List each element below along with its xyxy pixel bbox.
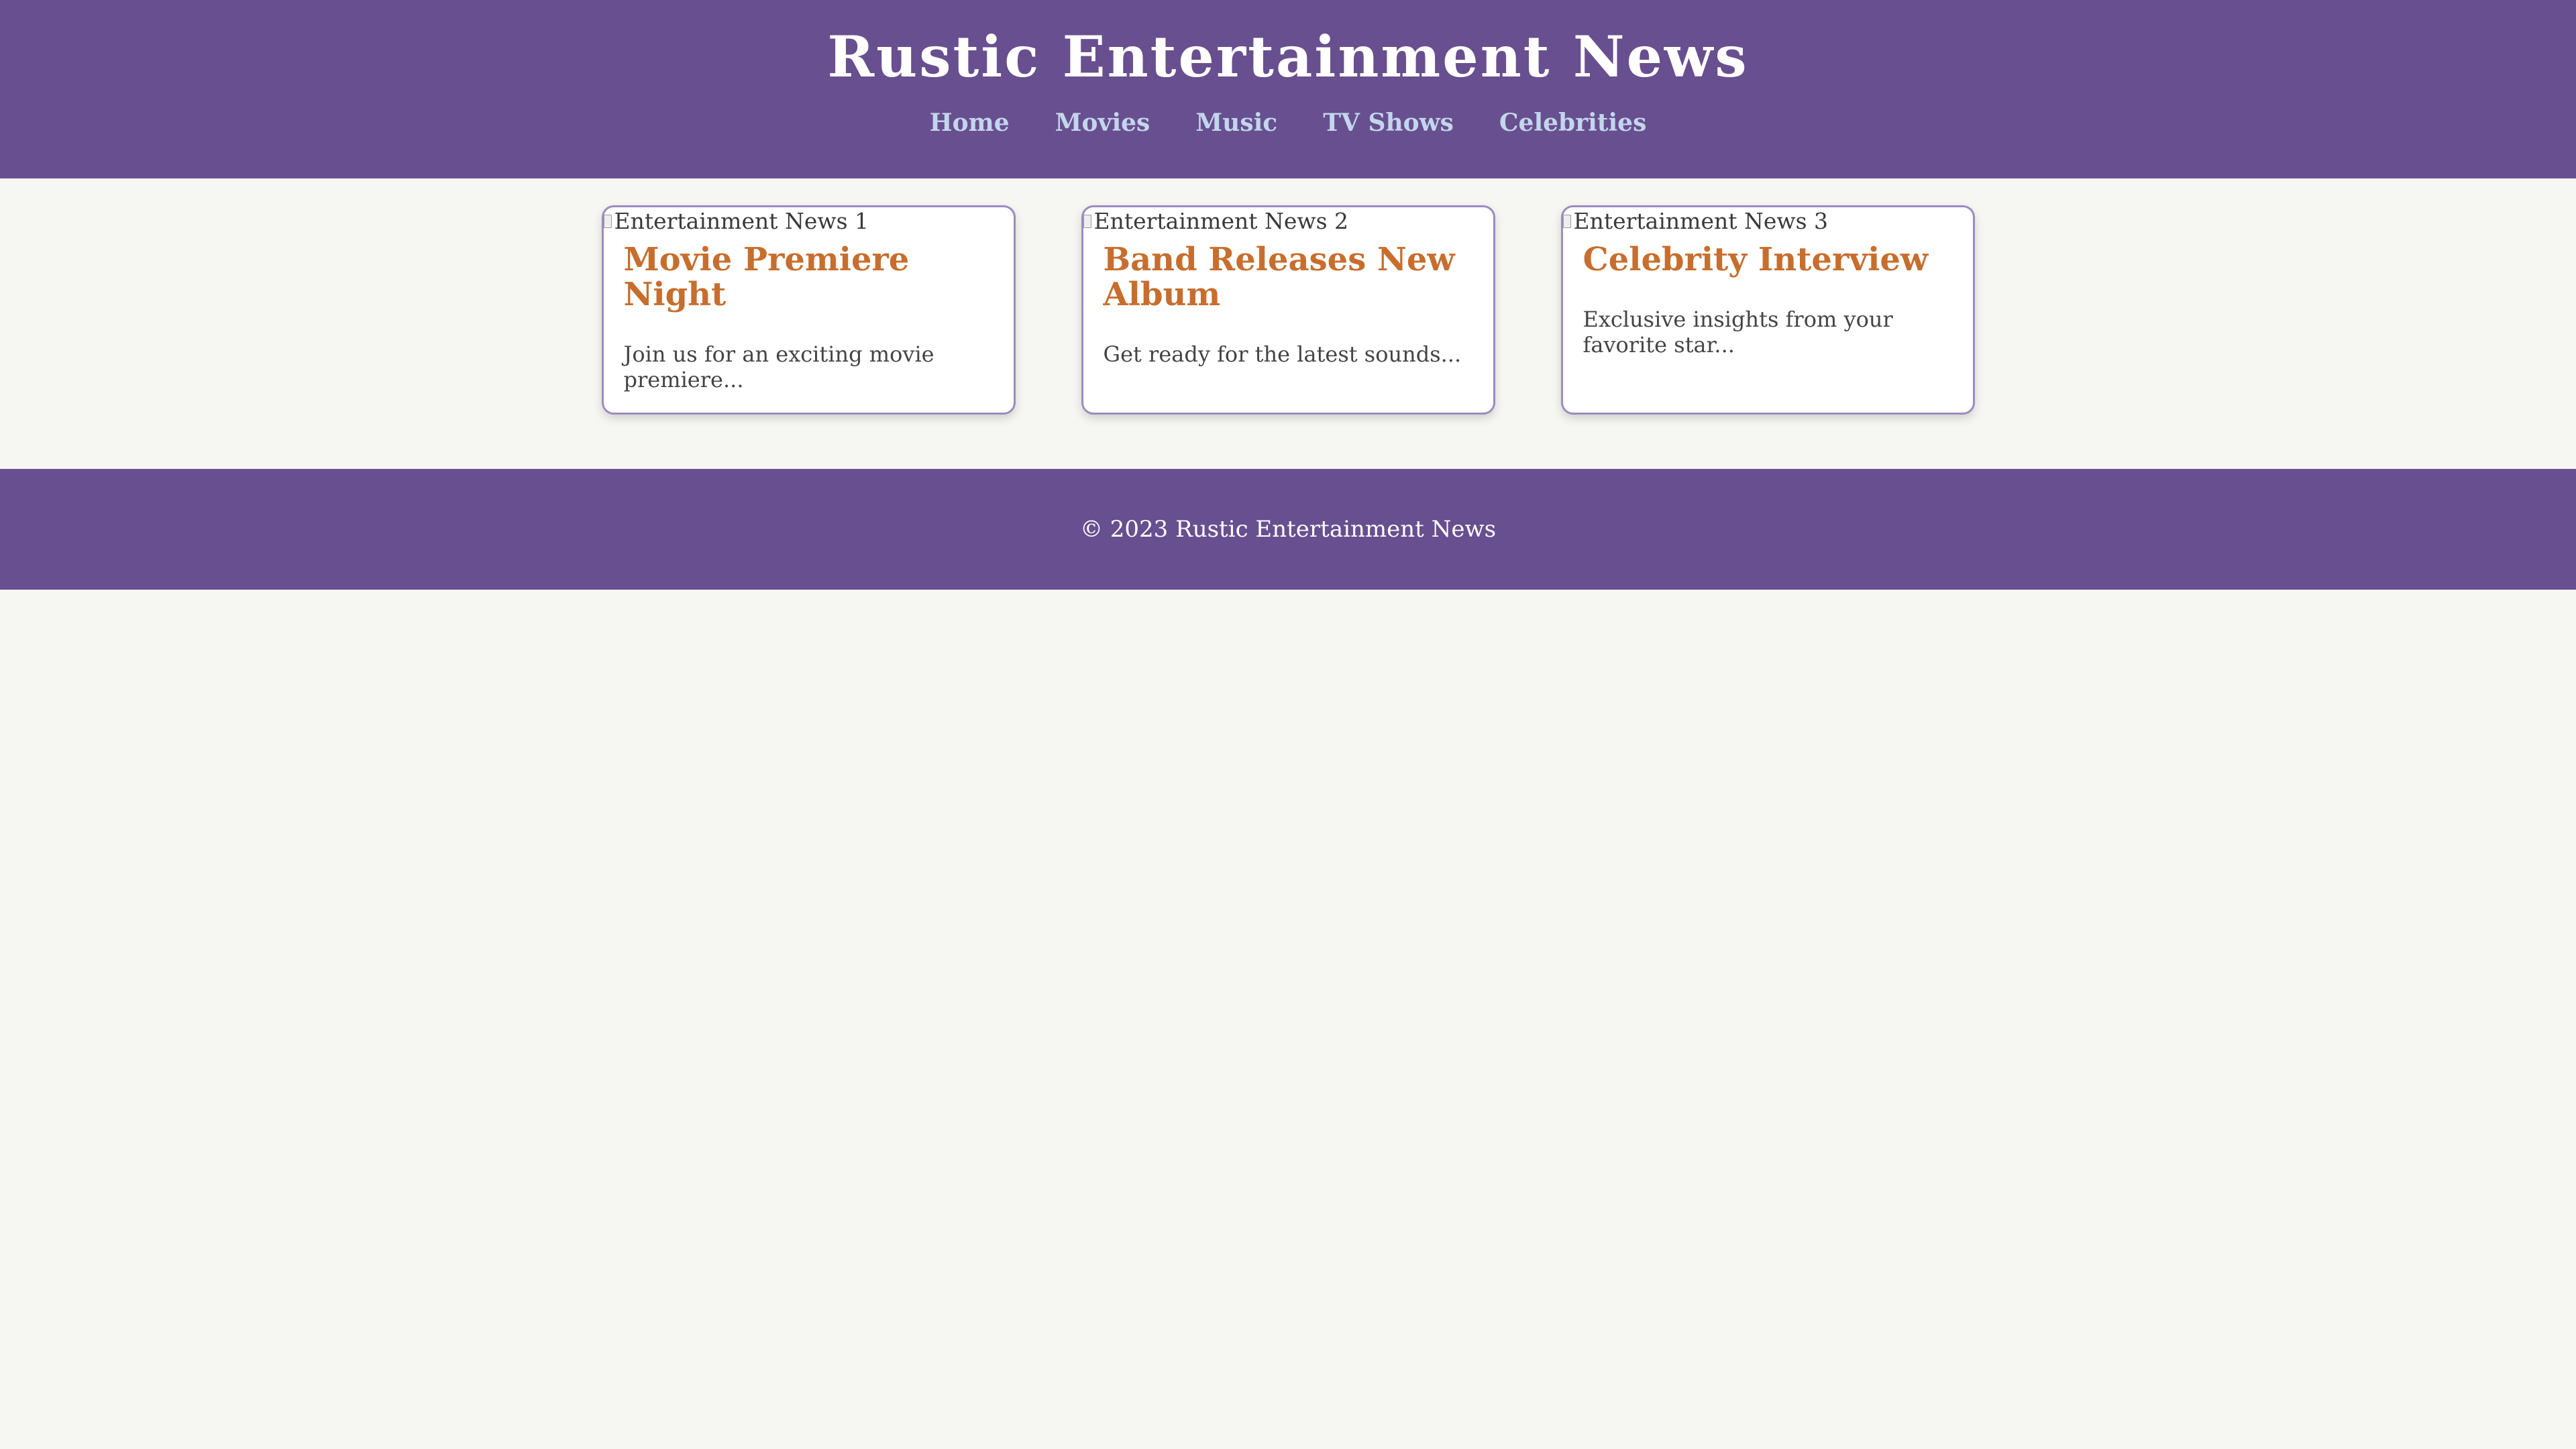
broken-image-icon bbox=[1562, 211, 1571, 231]
nav-celebrities-link[interactable]: Celebrities bbox=[1499, 106, 1646, 140]
card-image: Entertainment News 1 bbox=[603, 207, 1014, 234]
card-title[interactable]: Celebrity Interview bbox=[1583, 242, 1953, 277]
broken-image-icon bbox=[1083, 211, 1091, 231]
news-card[interactable]: Entertainment News 2 Band Releases New A… bbox=[1081, 205, 1495, 415]
site-header: Rustic Entertainment News Home Movies Mu… bbox=[0, 0, 2576, 178]
card-image-alt: Entertainment News 1 bbox=[614, 207, 869, 234]
card-body: Celebrity Interview Exclusive insights f… bbox=[1563, 242, 1973, 358]
main-nav: Home Movies Music TV Shows Celebrities bbox=[0, 106, 2576, 140]
card-summary: Exclusive insights from your favorite st… bbox=[1582, 307, 1893, 358]
card-image-alt: Entertainment News 2 bbox=[1093, 207, 1349, 234]
site-title: Rustic Entertainment News bbox=[827, 23, 1749, 90]
card-title[interactable]: Band Releases New Album bbox=[1104, 242, 1473, 312]
card-body: Band Releases New Album Get ready for th… bbox=[1083, 242, 1493, 367]
card-image: Entertainment News 3 bbox=[1562, 207, 1973, 234]
news-grid: Entertainment News 1 Movie Premiere Nigh… bbox=[0, 178, 2576, 469]
news-card[interactable]: Entertainment News 1 Movie Premiere Nigh… bbox=[601, 205, 1016, 415]
broken-image-icon bbox=[603, 211, 612, 231]
site-footer: © 2023 Rustic Entertainment News bbox=[0, 469, 2576, 590]
nav-movies-link[interactable]: Movies bbox=[1055, 106, 1150, 140]
card-title[interactable]: Movie Premiere Night bbox=[624, 242, 994, 312]
footer-copyright: © 2023 Rustic Entertainment News bbox=[1079, 516, 1497, 543]
card-image: Entertainment News 2 bbox=[1083, 207, 1493, 234]
card-summary: Get ready for the latest sounds... bbox=[1103, 341, 1462, 367]
nav-tv-shows-link[interactable]: TV Shows bbox=[1323, 106, 1454, 140]
card-body: Movie Premiere Night Join us for an exci… bbox=[604, 242, 1014, 392]
nav-music-link[interactable]: Music bbox=[1195, 106, 1277, 140]
card-summary: Join us for an exciting movie premiere..… bbox=[623, 341, 934, 392]
card-image-alt: Entertainment News 3 bbox=[1573, 207, 1829, 234]
news-card[interactable]: Entertainment News 3 Celebrity Interview… bbox=[1560, 205, 1975, 415]
nav-home-link[interactable]: Home bbox=[930, 106, 1010, 140]
